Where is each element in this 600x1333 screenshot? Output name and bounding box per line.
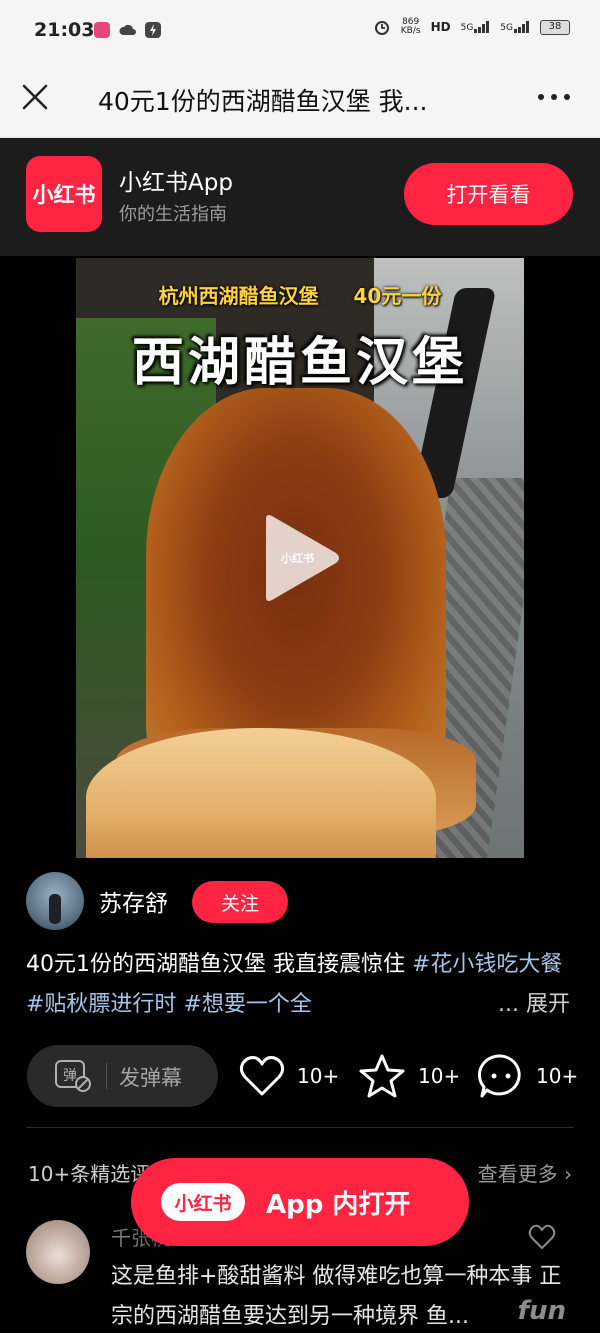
comment-button[interactable]: 10+ [478, 1052, 578, 1100]
open-app-button[interactable]: 打开看看 [404, 163, 573, 225]
hashtag-1[interactable]: #花小钱吃大餐 [412, 952, 562, 977]
author-avatar[interactable] [26, 872, 84, 930]
close-icon[interactable] [20, 82, 50, 112]
status-bar: 21:03 869 KB/s HD 5G 5G 38 [0, 0, 600, 64]
hd-badge: HD [430, 20, 451, 34]
like-button[interactable]: 10+ [239, 1052, 339, 1100]
comment-count: 10+ [536, 1064, 579, 1088]
post-text: 40元1份的西湖醋鱼汉堡 我直接震惊住 [26, 952, 412, 977]
collect-button[interactable]: 10+ [358, 1052, 460, 1100]
author-name[interactable]: 苏存舒 [99, 884, 168, 918]
status-right-group: 869 KB/s HD 5G 5G 38 [373, 18, 570, 36]
follow-button[interactable]: 关注 [192, 881, 288, 923]
like-count: 10+ [297, 1064, 340, 1088]
page-title: 40元1份的西湖醋鱼汉堡 我... [98, 87, 428, 116]
comment-like-icon[interactable] [528, 1224, 556, 1250]
danmaku-icon: 弹 [55, 1060, 91, 1092]
flash-app-icon [145, 22, 161, 38]
network-speed: 869 KB/s [400, 17, 421, 36]
float-label: App 内打开 [266, 1190, 411, 1220]
banner-tagline: 你的生活指南 [119, 204, 227, 225]
danmaku-divider [106, 1063, 107, 1089]
battery-indicator: 38 [540, 19, 570, 35]
top-nav-bar: 40元1份的西湖醋鱼汉堡 我... [0, 64, 600, 138]
corner-watermark: fun [517, 1296, 566, 1326]
video-player[interactable]: 杭州西湖醋鱼汉堡 40元一份 西湖醋鱼汉堡 小红书 [76, 258, 524, 858]
danmaku-label: 发弹幕 [119, 1066, 182, 1090]
comment-text: 这是鱼排+酸甜酱料 做得难吃也算一种本事 正宗的西湖醋鱼要达到另一种境界 鱼..… [111, 1264, 562, 1329]
star-icon [359, 1054, 405, 1098]
video-watermark: 小红书 [281, 552, 314, 565]
signal-bars-icon [514, 21, 529, 33]
commenter-avatar[interactable] [26, 1220, 90, 1284]
video-bread-bun [86, 728, 436, 858]
section-divider [26, 1127, 574, 1128]
more-options-icon[interactable] [538, 94, 570, 100]
chevron-right-icon: › [564, 1162, 572, 1186]
hashtag-3[interactable]: #想要一个全 [183, 992, 311, 1017]
comment-icon [478, 1054, 521, 1098]
video-caption-small: 杭州西湖醋鱼汉堡 40元一份 [158, 284, 442, 308]
send-danmaku-button[interactable]: 弹 发弹幕 [27, 1045, 218, 1107]
open-in-app-button[interactable]: 小红书 App 内打开 [131, 1158, 469, 1246]
collect-count: 10+ [418, 1064, 461, 1088]
xiaohongshu-logo: 小红书 [26, 156, 102, 232]
heart-icon [239, 1056, 285, 1096]
signal-5g-2: 5G [500, 21, 530, 33]
status-time: 21:03 [34, 19, 95, 41]
view-more-link[interactable]: 查看更多 › [478, 1158, 572, 1187]
video-caption-big: 西湖醋鱼汉堡 [131, 333, 468, 393]
cloud-icon [119, 24, 136, 35]
hashtag-2[interactable]: #贴秋膘进行时 [26, 992, 176, 1017]
signal-5g-1: 5G [461, 21, 491, 33]
signal-bars-icon [474, 21, 490, 33]
expand-link[interactable]: ... 展开 [496, 985, 570, 1025]
alarm-icon [374, 21, 389, 35]
float-logo: 小红书 [161, 1183, 245, 1221]
app-notification-icon [94, 22, 110, 38]
app-download-banner: 小红书 小红书App 你的生活指南 打开看看 [0, 138, 600, 256]
svg-text:弹: 弹 [63, 1068, 77, 1084]
banner-app-name: 小红书App [119, 170, 233, 196]
